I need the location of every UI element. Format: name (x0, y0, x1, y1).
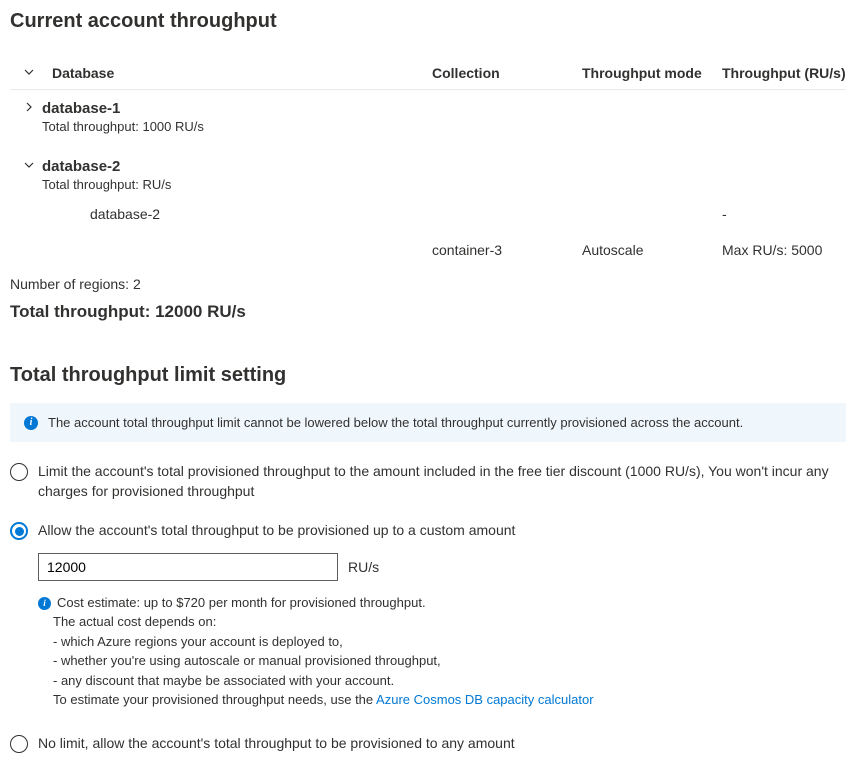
cost-line: - whether you're using autoscale or manu… (53, 651, 846, 671)
input-suffix: RU/s (348, 559, 379, 575)
chevron-down-icon[interactable] (22, 65, 36, 79)
cost-estimate-block: i Cost estimate: up to $720 per month for… (38, 593, 846, 710)
chevron-down-icon[interactable] (22, 158, 36, 172)
header-throughput[interactable]: Throughput (RU/s) (722, 65, 846, 81)
child-throughput-cell: Max RU/s: 5000 (722, 242, 846, 258)
database-row[interactable]: database-1 Total throughput: 1000 RU/s (10, 90, 846, 138)
cost-line: Cost estimate: up to $720 per month for … (57, 595, 426, 610)
cost-line: - any discount that maybe be associated … (53, 671, 846, 691)
table-header-row: Database Collection Throughput mode Thro… (10, 57, 846, 90)
database-name: database-2 (42, 158, 171, 175)
database-subtitle: Total throughput: 1000 RU/s (42, 119, 204, 134)
database-row[interactable]: database-2 Total throughput: RU/s (10, 148, 846, 196)
limit-setting-heading: Total throughput limit setting (10, 364, 846, 387)
capacity-calculator-link[interactable]: Azure Cosmos DB capacity calculator (376, 692, 593, 707)
database-subtitle: Total throughput: RU/s (42, 177, 171, 192)
cost-line-prefix: To estimate your provisioned throughput … (53, 692, 376, 707)
info-icon: i (24, 416, 38, 430)
radio-label: No limit, allow the account's total thro… (38, 734, 846, 754)
cost-line: The actual cost depends on: (53, 612, 846, 632)
child-mode-cell: Autoscale (582, 242, 722, 258)
info-banner: i The account total throughput limit can… (10, 403, 846, 442)
page-title: Current account throughput (10, 10, 846, 33)
header-mode[interactable]: Throughput mode (582, 65, 722, 81)
throughput-input[interactable] (38, 553, 338, 581)
header-collection[interactable]: Collection (432, 65, 582, 81)
cost-line: - which Azure regions your account is de… (53, 632, 846, 652)
database-name: database-1 (42, 100, 204, 117)
chevron-right-icon[interactable] (22, 100, 36, 114)
child-collection-cell: container-3 (432, 242, 582, 258)
child-database-cell: database-2 (52, 206, 432, 222)
radio-option-no-limit[interactable]: No limit, allow the account's total thro… (10, 734, 846, 754)
radio-button[interactable] (10, 463, 28, 481)
radio-label: Limit the account's total provisioned th… (38, 462, 846, 501)
info-text: The account total throughput limit canno… (48, 415, 743, 430)
radio-button[interactable] (10, 735, 28, 753)
radio-button[interactable] (10, 522, 28, 540)
child-throughput-cell: - (722, 206, 846, 222)
info-icon: i (38, 597, 51, 610)
header-database[interactable]: Database (52, 65, 432, 81)
total-throughput: Total throughput: 12000 RU/s (10, 302, 846, 322)
radio-label: Allow the account's total throughput to … (38, 521, 846, 541)
regions-count: Number of regions: 2 (10, 276, 846, 292)
radio-option-custom[interactable]: Allow the account's total throughput to … (10, 521, 846, 710)
table-row: database-2 - (10, 196, 846, 232)
table-row: container-3 Autoscale Max RU/s: 5000 (10, 232, 846, 268)
radio-option-free-tier[interactable]: Limit the account's total provisioned th… (10, 462, 846, 501)
